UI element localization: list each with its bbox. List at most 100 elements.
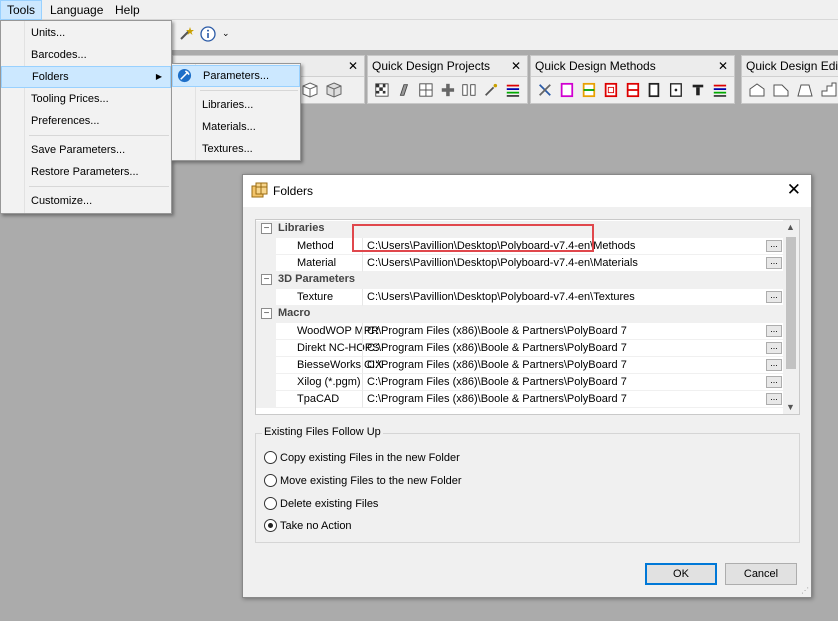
property-value[interactable]: C:\Users\Pavillion\Desktop\Polyboard-v7.…: [362, 289, 784, 306]
magic-wand-icon[interactable]: [178, 26, 194, 45]
browse-button[interactable]: ...: [766, 393, 782, 405]
browse-button[interactable]: ...: [766, 240, 782, 252]
menu-item-libraries[interactable]: Libraries...: [172, 94, 300, 116]
collapse-toggle-icon[interactable]: −: [261, 274, 272, 285]
property-name: BiesseWorks CIX: [256, 357, 382, 374]
toolbar-close-button[interactable]: ✕: [718, 56, 728, 77]
cube-icon[interactable]: [325, 81, 343, 99]
property-row-tpacad[interactable]: TpaCAD C:\Program Files (x86)\Boole & Pa…: [256, 391, 784, 408]
dialog-title: Folders: [273, 184, 314, 198]
property-name: WoodWOP MPR: [256, 323, 379, 340]
property-row-woodwop[interactable]: WoodWOP MPR C:\Program Files (x86)\Boole…: [256, 323, 784, 340]
menu-item-customize[interactable]: Customize...: [1, 190, 171, 212]
menu-item-parameters[interactable]: Parameters...: [172, 65, 300, 87]
trapezoid-icon[interactable]: [796, 81, 814, 99]
property-value[interactable]: C:\Program Files (x86)\Boole & Partners\…: [362, 374, 784, 391]
grid-icon[interactable]: [418, 81, 434, 99]
pentagon-icon[interactable]: [748, 81, 766, 99]
frame-split-icon[interactable]: [625, 81, 641, 99]
collapse-toggle-icon[interactable]: −: [261, 223, 272, 234]
radio-circle[interactable]: [264, 519, 277, 532]
category-macro[interactable]: − Macro: [256, 306, 784, 323]
scrollbar-thumb[interactable]: [786, 237, 796, 369]
panel-icon[interactable]: [396, 81, 412, 99]
property-value[interactable]: C:\Program Files (x86)\Boole & Partners\…: [362, 357, 784, 374]
parameters-icon: [177, 68, 192, 90]
scroll-down-icon[interactable]: ▼: [786, 402, 795, 412]
vertical-scrollbar[interactable]: ▲ ▼: [783, 220, 799, 414]
toolbar-title: Quick Design Methods: [535, 59, 656, 73]
notch-icon[interactable]: [772, 81, 790, 99]
property-row-material[interactable]: Material C:\Users\Pavillion\Desktop\Poly…: [256, 255, 784, 272]
tools-icon[interactable]: [537, 81, 553, 99]
property-name: TpaCAD: [256, 391, 362, 408]
browse-button[interactable]: ...: [766, 257, 782, 269]
browse-button[interactable]: ...: [766, 376, 782, 388]
menu-item-folders[interactable]: Folders ▶: [1, 66, 171, 88]
toolbar-quick-design-edit: Quick Design Edit: [741, 55, 838, 104]
frame-magenta-icon[interactable]: [559, 81, 575, 99]
checker-icon[interactable]: [374, 81, 390, 99]
existing-files-group: Existing Files Follow Up Copy existing F…: [255, 426, 800, 543]
color-lines-icon[interactable]: [712, 81, 728, 99]
menu-item-restore-parameters[interactable]: Restore Parameters...: [1, 161, 171, 183]
menu-item-materials[interactable]: Materials...: [172, 116, 300, 138]
property-row-xilog[interactable]: Xilog (*.pgm) C:\Program Files (x86)\Boo…: [256, 374, 784, 391]
menu-separator: [200, 90, 298, 91]
menu-help[interactable]: Help: [109, 0, 146, 20]
toolbar-close-button[interactable]: ✕: [348, 56, 358, 77]
menu-item-units[interactable]: Units...: [1, 22, 171, 44]
browse-button[interactable]: ...: [766, 359, 782, 371]
browse-button[interactable]: ...: [766, 342, 782, 354]
frame-dark-icon[interactable]: [646, 81, 662, 99]
property-value[interactable]: C:\Program Files (x86)\Boole & Partners\…: [362, 340, 784, 357]
folders-submenu: Parameters... Libraries... Materials... …: [171, 63, 301, 161]
property-row-texture[interactable]: Texture C:\Users\Pavillion\Desktop\Polyb…: [256, 289, 784, 306]
menu-item-label: Parameters...: [203, 70, 270, 82]
cancel-button[interactable]: Cancel: [725, 563, 797, 585]
frame-dots-icon[interactable]: [668, 81, 684, 99]
resize-grip-icon[interactable]: ⋰: [801, 586, 809, 595]
category-3d-parameters[interactable]: − 3D Parameters: [256, 272, 784, 289]
browse-button[interactable]: ...: [766, 325, 782, 337]
property-value[interactable]: C:\Program Files (x86)\Boole & Partners\…: [362, 323, 784, 340]
menu-item-tooling-prices[interactable]: Tooling Prices...: [1, 88, 171, 110]
toolbar-overflow-icon[interactable]: ⌄: [222, 28, 230, 39]
category-label: Libraries: [278, 222, 325, 234]
divider-icon[interactable]: [461, 81, 477, 99]
steps-icon[interactable]: [820, 81, 838, 99]
magic-wand-icon[interactable]: [483, 81, 499, 99]
property-row-direkt-nc-hops[interactable]: Direkt NC-HOPS C:\Program Files (x86)\Bo…: [256, 340, 784, 357]
info-icon[interactable]: [200, 26, 216, 45]
menu-language[interactable]: Language: [44, 0, 109, 20]
radio-circle[interactable]: [264, 451, 277, 464]
property-value[interactable]: C:\Users\Pavillion\Desktop\Polyboard-v7.…: [362, 255, 784, 272]
folders-app-icon: [251, 182, 268, 202]
menu-item-save-parameters[interactable]: Save Parameters...: [1, 139, 171, 161]
scroll-up-icon[interactable]: ▲: [786, 222, 795, 232]
plus-icon[interactable]: [440, 81, 456, 99]
radio-circle[interactable]: [264, 497, 277, 510]
frame-red-icon[interactable]: [603, 81, 619, 99]
frame-multi-icon[interactable]: [581, 81, 597, 99]
menu-item-preferences[interactable]: Preferences...: [1, 110, 171, 132]
menu-item-barcodes[interactable]: Barcodes...: [1, 44, 171, 66]
radio-circle[interactable]: [264, 474, 277, 487]
menu-item-textures[interactable]: Textures...: [172, 138, 300, 160]
menu-item-label: Folders: [32, 71, 69, 83]
color-lines-icon[interactable]: [505, 81, 521, 99]
close-icon[interactable]: ✕: [787, 180, 801, 200]
ok-button[interactable]: OK: [645, 563, 717, 585]
cube-icon[interactable]: [301, 81, 319, 99]
category-label: 3D Parameters: [278, 273, 356, 285]
property-value[interactable]: C:\Program Files (x86)\Boole & Partners\…: [362, 391, 784, 408]
collapse-toggle-icon[interactable]: −: [261, 308, 272, 319]
property-name: Method: [256, 238, 362, 255]
property-name: Texture: [256, 289, 362, 306]
hinge-icon[interactable]: [690, 81, 706, 99]
radio-label: Delete existing Files: [280, 498, 379, 510]
toolbar-close-button[interactable]: ✕: [511, 56, 521, 77]
browse-button[interactable]: ...: [766, 291, 782, 303]
menu-tools[interactable]: Tools: [0, 0, 43, 20]
property-row-biesseworks[interactable]: BiesseWorks CIX C:\Program Files (x86)\B…: [256, 357, 784, 374]
